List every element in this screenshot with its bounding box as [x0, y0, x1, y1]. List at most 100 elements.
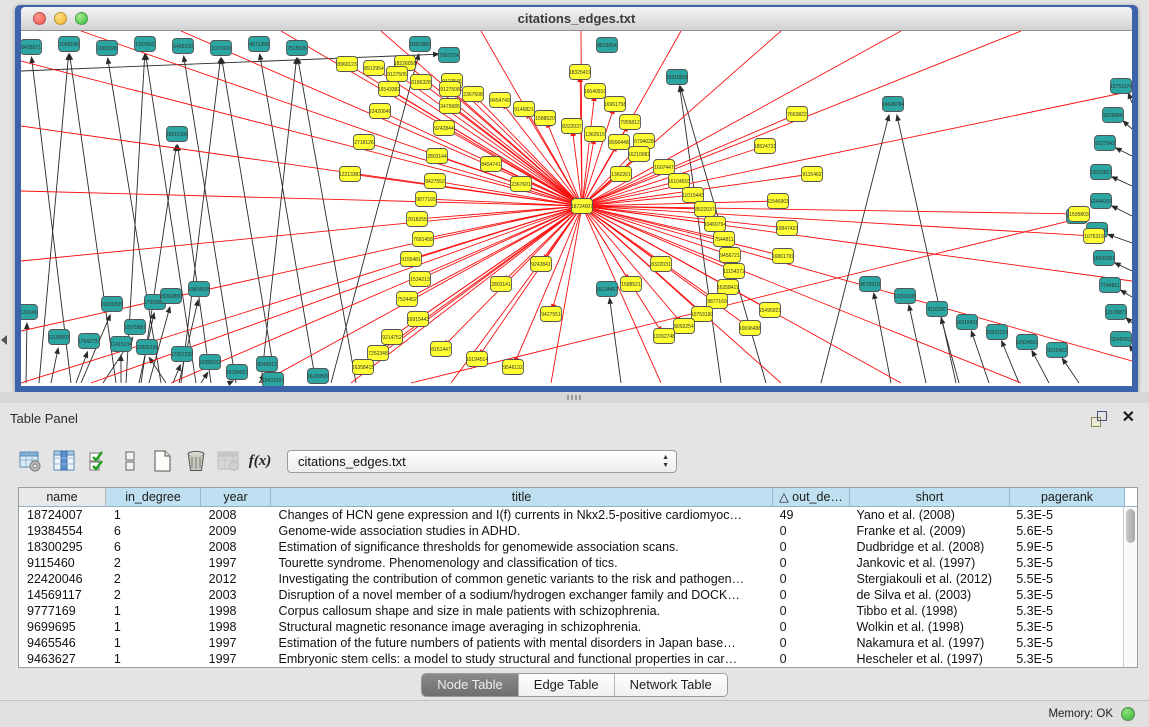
column-header-in_degree[interactable]: in_degree: [106, 488, 201, 506]
graph-node[interactable]: 18524731: [754, 139, 776, 154]
cell-title[interactable]: Embryonic stem cells: a model to study s…: [271, 651, 772, 667]
graph-node[interactable]: 16918431: [956, 315, 978, 330]
graph-node[interactable]: 9110297: [927, 302, 948, 317]
graph-node[interactable]: 9329966: [1103, 108, 1124, 123]
graph-node[interactable]: 9146821: [514, 102, 535, 117]
graph-node[interactable]: 11092748: [653, 329, 675, 344]
graph-node[interactable]: 2803144: [427, 149, 448, 164]
cell-in_degree[interactable]: 2: [106, 571, 201, 587]
table-row[interactable]: 977716911998Corpus callosum shape and si…: [19, 603, 1123, 619]
graph-node[interactable]: 9155481: [401, 252, 422, 267]
new-column-icon[interactable]: [148, 447, 176, 475]
cell-name[interactable]: 9115460: [19, 555, 106, 571]
graph-node[interactable]: 16053809: [409, 37, 431, 52]
graph-node[interactable]: 15134457: [596, 282, 618, 297]
cell-title[interactable]: Changes of HCN gene expression and I(f) …: [271, 507, 772, 523]
graph-node[interactable]: 9127508: [440, 82, 461, 97]
graph-node[interactable]: 10924502: [1016, 335, 1038, 350]
cell-short[interactable]: Nakamura et al. (1997): [848, 635, 1008, 651]
cell-title[interactable]: Investigating the contribution of common…: [271, 571, 772, 587]
graph-node[interactable]: 10431203: [262, 373, 284, 387]
tab-node-table[interactable]: Node Table: [422, 674, 519, 696]
cell-title[interactable]: Tourette syndrome. Phenomenology and cla…: [271, 555, 772, 571]
cell-out_de[interactable]: 0: [772, 619, 849, 635]
table-row[interactable]: 969969511998Structural magnetic resonanc…: [19, 619, 1123, 635]
cell-short[interactable]: de Silva et al. (2003): [848, 587, 1008, 603]
cell-name[interactable]: 9777169: [19, 603, 106, 619]
graph-node[interactable]: 11015443: [682, 188, 704, 203]
graph-node[interactable]: 8912954: [364, 61, 385, 76]
graph-node[interactable]: 7663822: [787, 107, 808, 122]
cell-out_de[interactable]: 0: [772, 635, 849, 651]
cell-name[interactable]: 22420046: [19, 571, 106, 587]
memory-status-indicator[interactable]: [1121, 707, 1135, 721]
graph-node[interactable]: 16358415: [352, 360, 374, 375]
graph-node[interactable]: 16648784: [882, 97, 904, 112]
graph-node[interactable]: 9131049: [21, 305, 38, 320]
graph-node[interactable]: 10358107: [199, 355, 221, 370]
graph-node[interactable]: 8454741: [481, 157, 502, 172]
cell-title[interactable]: Disruption of a novel member of a sodium…: [271, 587, 772, 603]
graph-node[interactable]: 16358419: [717, 280, 739, 295]
graph-node[interactable]: 12105873: [1105, 305, 1127, 320]
cell-name[interactable]: 18300295: [19, 539, 106, 555]
cell-out_de[interactable]: 49: [772, 507, 849, 523]
graph-node[interactable]: 8813054: [597, 38, 618, 53]
panel-collapse-arrow-icon[interactable]: [1, 335, 7, 345]
graph-node[interactable]: 9245013: [257, 357, 278, 372]
table-row[interactable]: 946362711997Embryonic stem cells: a mode…: [19, 651, 1123, 667]
table-row[interactable]: 1456911722003Disruption of a novel membe…: [19, 587, 1123, 603]
cell-out_de[interactable]: 0: [772, 651, 849, 667]
graph-node[interactable]: 11546903: [767, 194, 789, 209]
graph-node[interactable]: 7544811: [714, 232, 735, 247]
column-header-name[interactable]: name: [19, 488, 106, 506]
cell-name[interactable]: 9463627: [19, 651, 106, 667]
cell-in_degree[interactable]: 1: [106, 651, 201, 667]
graph-node[interactable]: 8454749: [490, 93, 511, 108]
cell-pagerank[interactable]: 5.3E-5: [1008, 587, 1123, 603]
cell-in_degree[interactable]: 1: [106, 603, 201, 619]
select-columns-icon[interactable]: [85, 447, 113, 475]
cell-short[interactable]: Tibbo et al. (1998): [848, 603, 1008, 619]
graph-node[interactable]: 1065328: [97, 41, 118, 56]
graph-node[interactable]: 9427551: [541, 307, 562, 322]
graph-node[interactable]: 8522037: [695, 202, 716, 217]
graph-node[interactable]: 17942737: [78, 334, 100, 349]
graph-node[interactable]: 16961758: [604, 97, 626, 112]
graph-node[interactable]: 7955812: [620, 115, 641, 130]
graph-node[interactable]: 25260850: [160, 289, 182, 304]
graph-node[interactable]: 1075319: [1084, 229, 1105, 244]
graph-node[interactable]: 16640910: [584, 84, 606, 99]
cell-in_degree[interactable]: 1: [106, 619, 201, 635]
cell-pagerank[interactable]: 5.3E-5: [1008, 555, 1123, 571]
graph-node[interactable]: 1327602: [135, 37, 156, 52]
cell-year[interactable]: 2008: [201, 539, 271, 555]
show-column-icon[interactable]: [50, 447, 78, 475]
graph-node[interactable]: 16784957: [226, 365, 248, 380]
graph-node[interactable]: 1588521: [621, 277, 642, 292]
graph-node[interactable]: 10194514: [466, 352, 488, 367]
graph-node[interactable]: 10847423: [776, 221, 798, 236]
cell-year[interactable]: 1997: [201, 651, 271, 667]
graph-node[interactable]: 8151447: [431, 342, 452, 357]
graph-node[interactable]: 1588520: [535, 111, 556, 126]
table-row[interactable]: 1938455462009Genome-wide association stu…: [19, 523, 1123, 539]
graph-node[interactable]: 8322037: [562, 119, 583, 134]
cell-title[interactable]: Genome-wide association studies in ADHD.: [271, 523, 772, 539]
graph-node[interactable]: 16543382: [378, 82, 400, 97]
cell-short[interactable]: Hescheler et al. (1997): [848, 651, 1008, 667]
cell-pagerank[interactable]: 5.3E-5: [1008, 507, 1123, 523]
graph-node[interactable]: 1071918: [211, 41, 232, 56]
cell-short[interactable]: Dudbridge et al. (2008): [848, 539, 1008, 555]
graph-node[interactable]: 8322031: [651, 257, 672, 272]
graph-node[interactable]: 15692951: [1093, 251, 1115, 266]
graph-node[interactable]: 4671358: [249, 37, 270, 52]
window-titlebar[interactable]: citations_edges.txt: [21, 7, 1132, 31]
graph-node[interactable]: 1534213: [410, 272, 431, 287]
graph-node[interactable]: 9127505: [387, 67, 408, 82]
graph-node[interactable]: 19218506: [666, 70, 688, 85]
cell-pagerank[interactable]: 5.3E-5: [1008, 603, 1123, 619]
table-vertical-scrollbar[interactable]: [1123, 507, 1137, 667]
cell-year[interactable]: 2003: [201, 587, 271, 603]
cell-title[interactable]: Estimation of the future numbers of pati…: [271, 635, 772, 651]
